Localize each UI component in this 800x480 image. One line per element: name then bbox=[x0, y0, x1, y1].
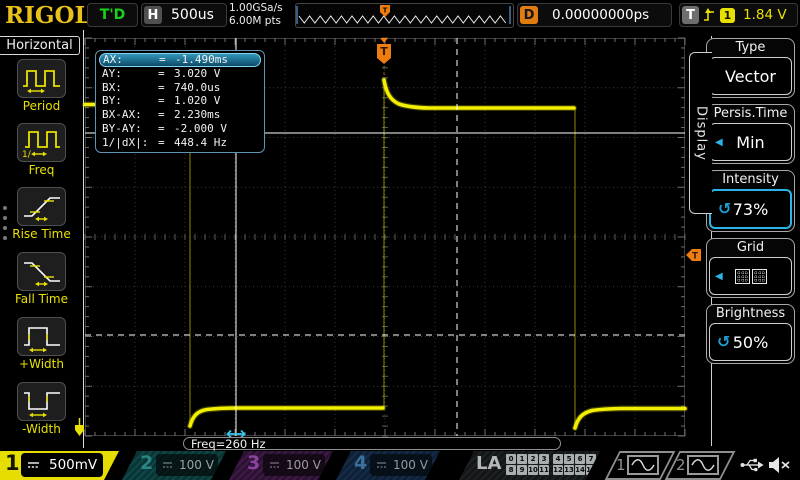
memory-depth: 6.00M pts bbox=[229, 15, 282, 27]
menu-item-persistence[interactable]: Persis.Time ◀ Min bbox=[706, 104, 795, 164]
preview-trigger-marker: T bbox=[380, 5, 390, 17]
frequency-counter: Freq=260 Hz bbox=[183, 437, 561, 451]
rise-time-icon bbox=[17, 187, 66, 226]
math-ref-tab-1[interactable]: 1 bbox=[604, 451, 676, 480]
rising-edge-icon bbox=[704, 8, 714, 21]
channel-3-scale-box: 100 V bbox=[263, 454, 325, 476]
timebase-box[interactable]: H 500us bbox=[141, 3, 227, 27]
trigger-status-text: T'D bbox=[99, 7, 126, 23]
right-menu-display: Display Type Vector Persis.Time ◀ Min In… bbox=[689, 30, 800, 448]
sine-icon bbox=[687, 455, 719, 475]
left-menu-title: Horizontal bbox=[0, 36, 80, 55]
menu-item-type[interactable]: Type Vector bbox=[706, 38, 795, 98]
speaker-muted-icon bbox=[769, 457, 790, 473]
knob-rotate-icon: ↺ bbox=[717, 332, 731, 351]
delay-box[interactable]: D 0.00000000ps bbox=[517, 3, 672, 27]
oscilloscope-screen: RIGOL T'D H 500us 1.00GSa/s 6.00M pts T bbox=[0, 0, 800, 480]
freq-icon: 1/ bbox=[17, 123, 66, 162]
cursor-row-byay: BY-AY: = -2.000 V bbox=[102, 121, 227, 135]
trigger-box[interactable]: T 1 1.84 V bbox=[679, 3, 798, 27]
acquisition-info: 1.00GSa/s 6.00M pts bbox=[229, 2, 283, 28]
d-badge: D bbox=[520, 6, 538, 24]
grid-value: ◀ bbox=[709, 257, 792, 295]
channel-4-scale-box: 100 V bbox=[370, 454, 432, 476]
dc-coupling-icon bbox=[163, 461, 172, 469]
dc-coupling-icon bbox=[377, 461, 386, 469]
menu-item-intensity[interactable]: Intensity ↺ 73% bbox=[706, 170, 795, 232]
trigger-position-marker[interactable]: T bbox=[377, 38, 391, 78]
preview-waveform: T bbox=[296, 5, 511, 24]
knob-rotate-icon: ↺ bbox=[718, 199, 732, 218]
cursor-row-bx: BX: = 740.0us bbox=[102, 80, 221, 94]
plus-width-icon bbox=[17, 317, 66, 356]
trigger-status-badge: T'D bbox=[87, 3, 138, 27]
brightness-value: ↺ 50% bbox=[709, 323, 792, 361]
trigger-source-badge: 1 bbox=[720, 7, 735, 23]
sine-icon bbox=[627, 455, 659, 475]
left-menu-horizontal: Horizontal Period 1/ Freq Rise Time Fall… bbox=[0, 30, 83, 448]
menu-item-plus-width[interactable]: +Width bbox=[0, 317, 83, 371]
svg-text:T: T bbox=[692, 252, 698, 262]
top-bar: RIGOL T'D H 500us 1.00GSa/s 6.00M pts T bbox=[0, 0, 800, 30]
la-digit-grid: 01234567 8 9 10 11 12 13 14 15 bbox=[506, 454, 597, 475]
channel-1-scale-box: 500mV bbox=[21, 453, 103, 477]
channel-1-tab[interactable]: 1 500mV bbox=[0, 451, 119, 480]
menu-item-grid[interactable]: Grid ◀ bbox=[706, 238, 795, 298]
fall-time-icon bbox=[17, 252, 66, 291]
persistence-value: ◀ Min bbox=[709, 123, 792, 161]
waveform-preview-strip: T bbox=[295, 3, 514, 28]
svg-text:T: T bbox=[383, 7, 388, 15]
cursor-measurement-box: AX: = -1.490ms AY: = 3.020 V BX: = 740.0us BY:… bbox=[95, 50, 265, 153]
menu-item-period[interactable]: Period bbox=[0, 59, 83, 113]
left-arrow-icon: ◀ bbox=[715, 270, 723, 282]
t-badge: T bbox=[682, 6, 699, 24]
sample-rate: 1.00GSa/s bbox=[229, 2, 283, 14]
h-badge: H bbox=[144, 6, 162, 24]
svg-text:1/: 1/ bbox=[22, 150, 32, 159]
channel-2-tab[interactable]: 2 100 V bbox=[122, 451, 226, 480]
menu-item-minus-width[interactable]: -Width bbox=[0, 382, 83, 436]
logic-analyzer-tab[interactable]: LA 01234567 8 9 10 11 12 13 14 15 bbox=[459, 451, 600, 480]
grid-style-icon bbox=[734, 268, 767, 284]
dc-coupling-icon bbox=[28, 461, 39, 469]
math-ref-tab-2[interactable]: 2 bbox=[664, 451, 736, 480]
svg-text:T: T bbox=[380, 45, 388, 58]
cursor-row-inv-dx: 1/|dX|: = 448.4 Hz bbox=[102, 135, 227, 149]
rigol-logo: RIGOL bbox=[5, 2, 91, 29]
cursor-row-ax: AX: = -1.490ms bbox=[99, 53, 261, 67]
period-icon bbox=[17, 59, 66, 98]
menu-page-dots bbox=[3, 200, 7, 246]
left-arrow-icon: ◀ bbox=[715, 136, 723, 148]
dc-coupling-icon bbox=[270, 461, 279, 469]
trigger-level-marker[interactable]: T bbox=[686, 249, 701, 262]
display-menu-tab: Display bbox=[689, 52, 712, 214]
timebase-value: 500us bbox=[171, 7, 214, 23]
trigger-level-value: 1.84 V bbox=[743, 7, 787, 23]
channel-status-bar: 1 500mV 2 100 V 3 100 V 4 100 V LA 0 1 2… bbox=[0, 451, 800, 480]
delay-value: 0.00000000ps bbox=[552, 7, 650, 23]
cursor-row-by: BY: = 1.020 V bbox=[102, 94, 221, 108]
channel-3-tab[interactable]: 3 100 V bbox=[229, 451, 333, 480]
cursor-row-bxax: BX-AX: = 2.230ms bbox=[102, 108, 221, 122]
minus-width-icon bbox=[17, 382, 66, 421]
left-separator bbox=[83, 30, 84, 448]
channel-4-tab[interactable]: 4 100 V bbox=[336, 451, 440, 480]
menu-item-fall-time[interactable]: Fall Time bbox=[0, 252, 83, 306]
type-value: Vector bbox=[709, 57, 792, 95]
cursor-row-ay: AY: = 3.020 V bbox=[102, 66, 221, 80]
menu-item-rise-time[interactable]: Rise Time bbox=[0, 187, 83, 241]
intensity-value: ↺ 73% bbox=[709, 189, 792, 229]
menu-item-freq[interactable]: 1/ Freq bbox=[0, 123, 83, 177]
menu-item-brightness[interactable]: Brightness ↺ 50% bbox=[706, 304, 795, 364]
channel-2-scale-box: 100 V bbox=[156, 454, 218, 476]
usb-icon bbox=[740, 458, 764, 472]
